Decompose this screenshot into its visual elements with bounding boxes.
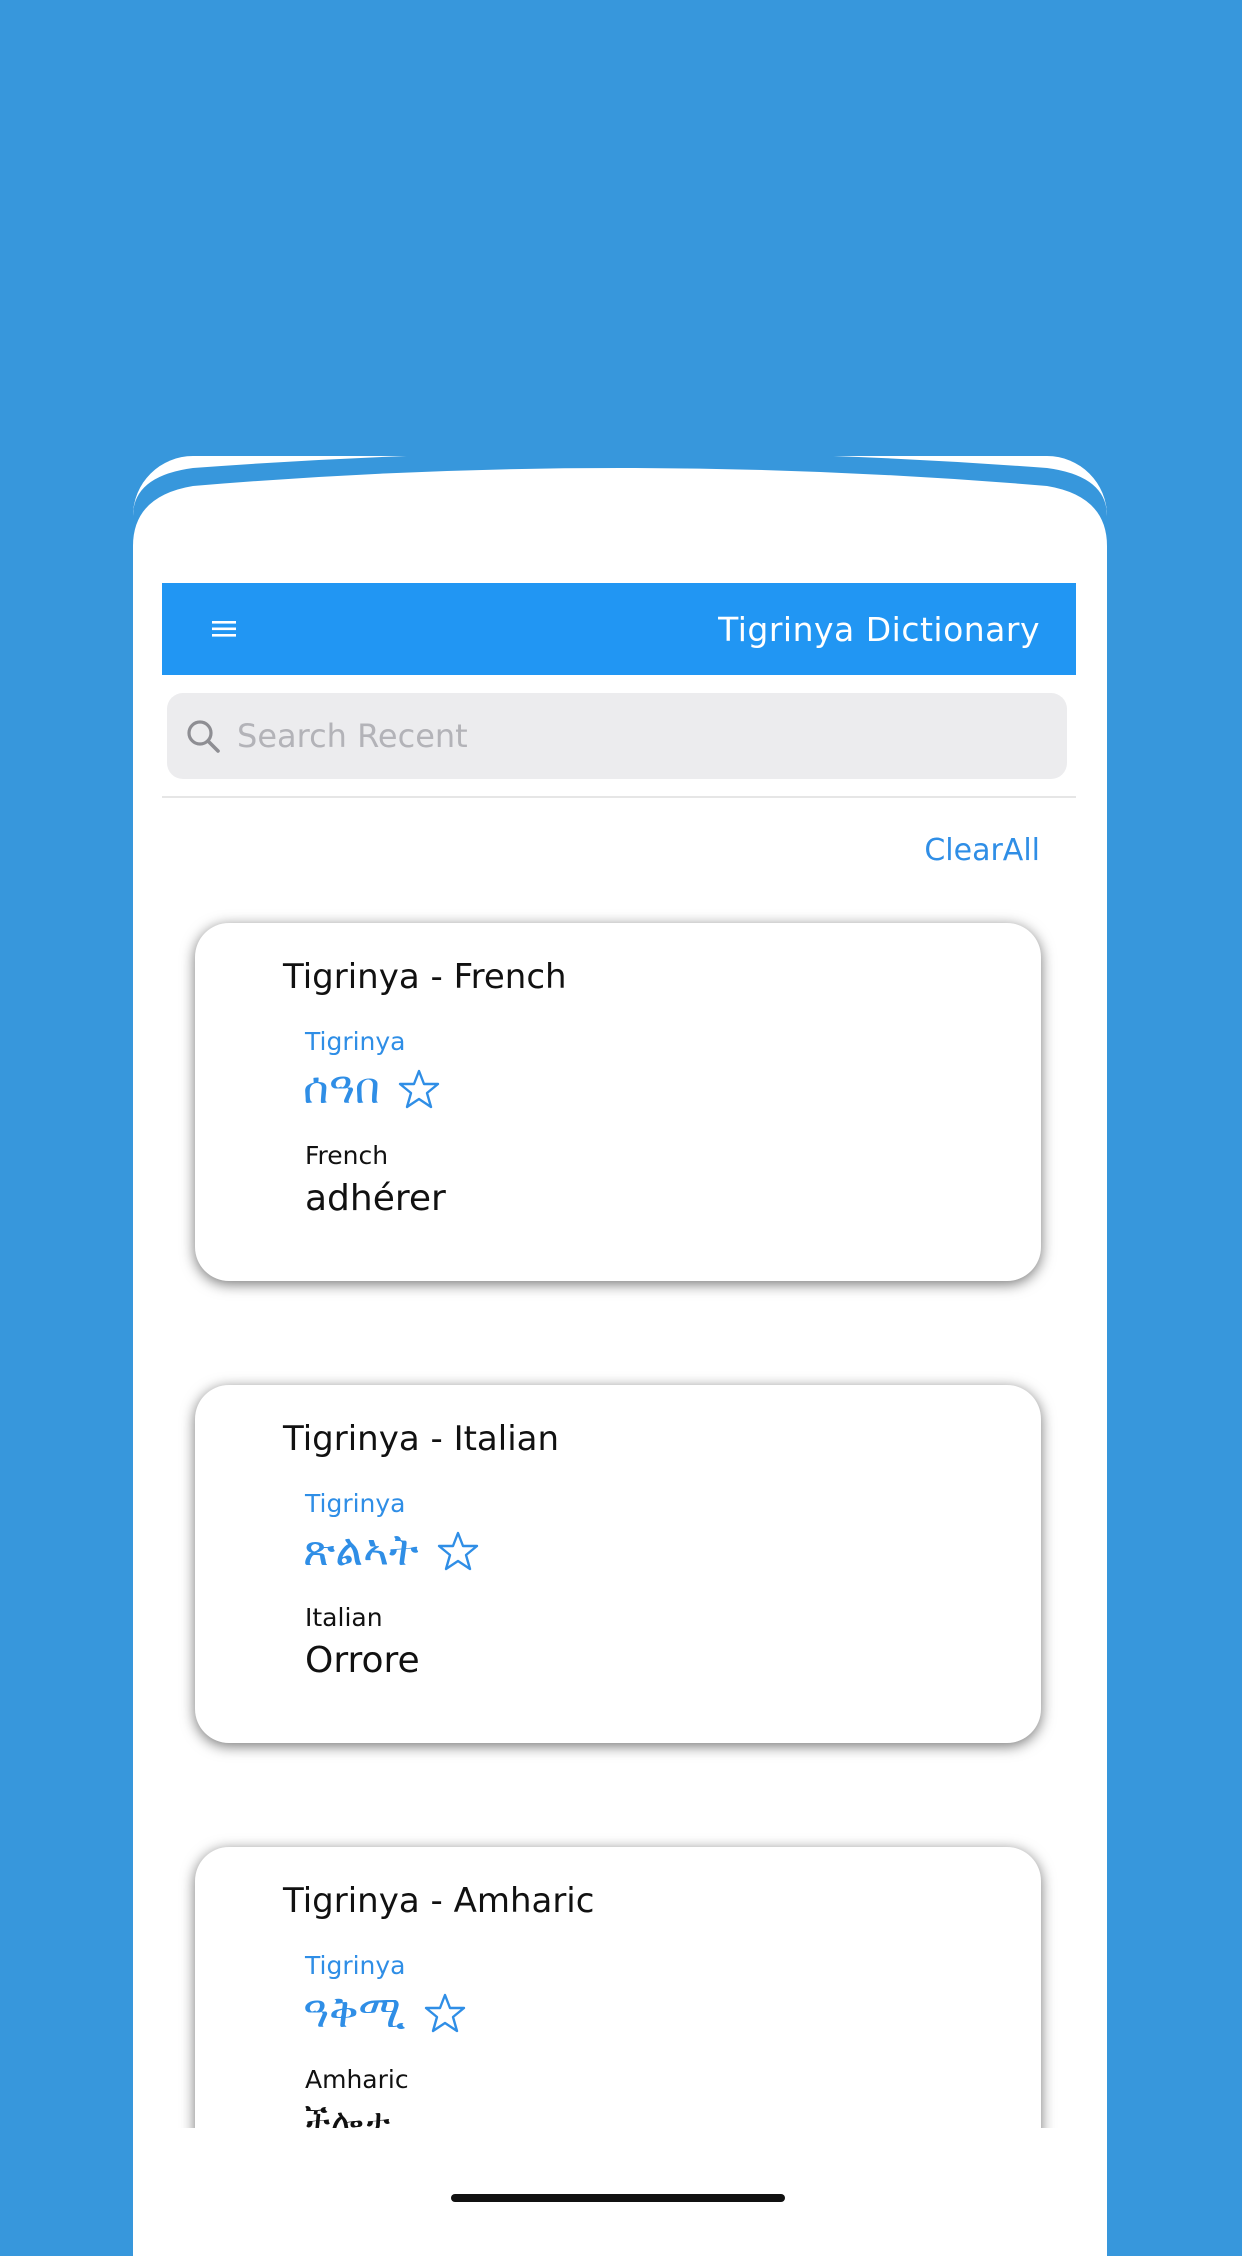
translation-text: adhérer (305, 1178, 446, 1219)
device-top-curve (133, 456, 1107, 546)
source-word: ሰዓበ (303, 1063, 380, 1114)
word-row: ጽልኣት (303, 1525, 479, 1576)
source-word: ጽልኣት (303, 1525, 419, 1576)
navbar: Tigrinya Dictionary (162, 583, 1076, 675)
app-screen: Tigrinya Dictionary ClearAll Tigrinya - … (162, 583, 1076, 2128)
card-title: Tigrinya - Amharic (283, 1881, 595, 1921)
recent-card[interactable]: Tigrinya - Italian Tigrinya ጽልኣት Italian… (195, 1385, 1041, 1743)
source-language-label: Tigrinya (305, 1951, 406, 1980)
source-language-label: Tigrinya (305, 1489, 406, 1518)
source-word: ዓቅሚ (303, 1987, 406, 2038)
home-indicator[interactable] (451, 2194, 785, 2202)
target-language-label: Amharic (305, 2065, 409, 2094)
clear-all-button[interactable]: ClearAll (924, 833, 1040, 868)
star-icon[interactable] (424, 1992, 466, 2034)
word-row: ሰዓበ (303, 1063, 440, 1114)
target-language-label: French (305, 1141, 389, 1170)
recent-card[interactable]: Tigrinya - French Tigrinya ሰዓበ French ad… (195, 923, 1041, 1281)
recent-card[interactable]: Tigrinya - Amharic Tigrinya ዓቅሚ Amharic … (195, 1847, 1041, 2128)
search-input[interactable] (237, 717, 1037, 755)
card-title: Tigrinya - Italian (283, 1419, 560, 1459)
source-language-label: Tigrinya (305, 1027, 406, 1056)
word-row: ዓቅሚ (303, 1987, 466, 2038)
search-bar[interactable] (167, 693, 1067, 779)
star-icon[interactable] (398, 1068, 440, 1110)
translation-text: ችሎታ (305, 2102, 391, 2128)
target-language-label: Italian (305, 1603, 383, 1632)
translation-text: Orrore (305, 1640, 420, 1681)
star-icon[interactable] (437, 1530, 479, 1572)
page-title: Tigrinya Dictionary (718, 609, 1040, 649)
hamburger-menu-icon[interactable] (194, 599, 254, 659)
card-title: Tigrinya - French (283, 957, 567, 997)
device-frame: Tigrinya Dictionary ClearAll Tigrinya - … (133, 456, 1107, 2256)
divider (162, 796, 1076, 798)
search-icon (187, 720, 220, 753)
